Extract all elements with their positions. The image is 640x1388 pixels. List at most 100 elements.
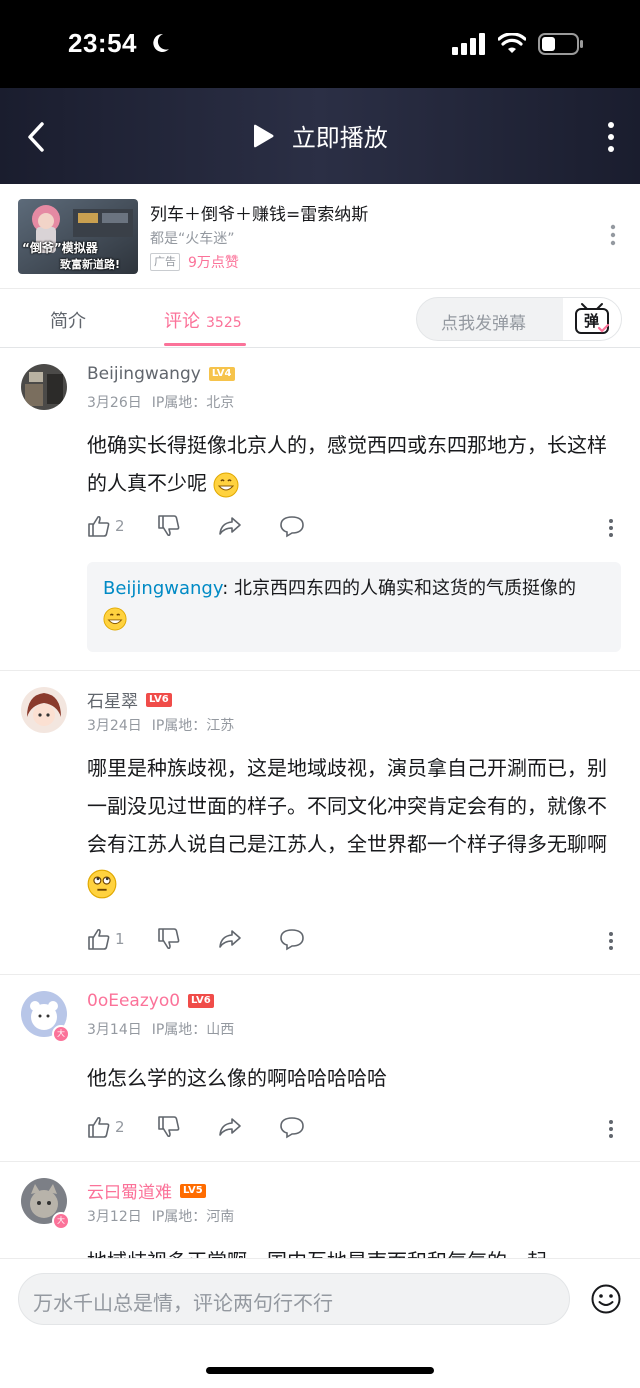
wifi-icon <box>498 33 526 53</box>
like-button[interactable]: 2 <box>87 514 125 538</box>
more-icon[interactable] <box>608 122 614 152</box>
reply-button[interactable] <box>279 514 309 538</box>
comment-more-icon[interactable] <box>608 931 614 951</box>
danmaku-placeholder: 点我发弹幕 <box>441 314 526 334</box>
signal-icon <box>452 33 485 55</box>
ad-likes: 9万点赞 <box>188 255 239 271</box>
tab-intro-label: 简介 <box>50 311 86 332</box>
comment-item: 大 云曰蜀道难 LV5 3月12日 IP属地：河南 地域歧视多正常啊，国内互地是南… <box>0 1162 640 1258</box>
comment-meta: 3月14日 IP属地：山西 <box>87 1019 244 1039</box>
username-text: Beijingwangy <box>87 364 201 384</box>
comment-more-icon[interactable] <box>608 1119 614 1139</box>
share-icon <box>218 1118 241 1136</box>
share-icon <box>218 930 241 948</box>
comment-location: IP属地：山西 <box>151 1022 235 1038</box>
status-time: 23:54 <box>68 28 171 59</box>
comment-input[interactable]: 万水千山总是情，评论两句行不行 <box>18 1273 570 1325</box>
comment-username[interactable]: 0oEeazyo0 LV6 <box>87 991 214 1011</box>
tab-bar: 简介 评论 3525 点我发弹幕 弹 <box>0 289 640 348</box>
dislike-button[interactable] <box>157 927 185 951</box>
like-count: 2 <box>115 1118 125 1136</box>
thumbs-down-icon <box>157 1116 179 1138</box>
comment-date: 3月14日 <box>87 1022 142 1038</box>
eye-roll-emoji-icon <box>87 869 117 898</box>
comment-text: 他确实长得挺像北京人的，感觉西四或东四那地方，长这样的人真不少呢 <box>87 426 617 502</box>
ad-subtitle: 都是“火车迷” <box>150 231 235 247</box>
comment-username[interactable]: 云曰蜀道难 LV5 <box>87 1178 206 1203</box>
username-text: 石星翠 <box>87 692 138 712</box>
share-button[interactable] <box>217 927 247 951</box>
video-header: 立即播放 <box>0 88 640 184</box>
grin-emoji-icon <box>103 607 127 631</box>
comment-bubble-icon <box>279 1117 304 1139</box>
comment-text: 他怎么学的这么像的啊哈哈哈哈哈 <box>87 1059 617 1097</box>
comment-actions: 1 <box>87 927 341 951</box>
comment-text: 哪里是种族歧视，这是地域歧视，演员拿自己开涮而已，别一副没见过世面的样子。不同文… <box>87 749 617 901</box>
reply-text: 北京西四东四的人确实和这货的气质挺像的 <box>234 578 576 599</box>
like-count: 2 <box>115 517 125 535</box>
username-text: 0oEeazyo0 <box>87 991 181 1011</box>
reply-button[interactable] <box>279 927 309 951</box>
username-text: 云曰蜀道难 <box>87 1183 172 1203</box>
comment-bubble-icon <box>279 929 304 951</box>
reply-username[interactable]: Beijingwangy <box>103 578 222 599</box>
reply-button[interactable] <box>279 1115 309 1139</box>
play-now-label: 立即播放 <box>291 124 388 152</box>
bottom-comment-bar: 万水千山总是情，评论两句行不行 <box>0 1258 640 1388</box>
thumbs-up-icon <box>88 928 110 950</box>
vip-badge-glyph: 大 <box>57 1029 65 1038</box>
ad-thumb-text-1: “倒爷”模拟器 <box>22 241 98 255</box>
danmaku-input[interactable]: 点我发弹幕 弹 <box>416 297 622 341</box>
share-icon <box>218 517 241 535</box>
comment-meta: 3月26日 IP属地：北京 <box>87 392 244 412</box>
comment-item: 石星翠 LV6 3月24日 IP属地：江苏 哪里是种族歧视，这是地域歧视，演员拿自… <box>0 671 640 975</box>
comment-text: 地域歧视多正常啊，国内互地是南面和和气气的一起 <box>87 1242 617 1258</box>
like-count: 1 <box>115 930 125 948</box>
comment-item: 大 0oEeazyo0 LV6 3月14日 IP属地：山西 他怎么学的这么像的啊哈… <box>0 975 640 1162</box>
play-now-button[interactable]: 立即播放 <box>0 118 640 153</box>
comment-date: 3月24日 <box>87 718 142 734</box>
thumbs-down-icon <box>157 515 179 537</box>
ad-thumbnail: “倒爷”模拟器 致富新道路! <box>18 199 138 274</box>
comment-input-placeholder: 万水千山总是情，评论两句行不行 <box>33 1291 333 1315</box>
danmaku-button[interactable]: 弹 <box>563 298 621 340</box>
ad-thumb-text-2: 致富新道路! <box>60 258 121 271</box>
ad-meta: 广告 9万点赞 <box>150 252 239 272</box>
tab-comments[interactable]: 评论 3525 <box>164 307 242 333</box>
comment-text-content: 哪里是种族歧视，这是地域歧视，演员拿自己开涮而已，别一副没见过世面的样子。不同文… <box>87 756 607 856</box>
comment-actions: 2 <box>87 514 341 538</box>
dislike-button[interactable] <box>157 1115 185 1139</box>
comment-username[interactable]: Beijingwangy LV4 <box>87 364 235 384</box>
ad-title[interactable]: 列车＋倒爷＋赚钱=雷索纳斯 <box>150 200 368 225</box>
like-button[interactable]: 1 <box>87 927 125 951</box>
battery-icon <box>538 33 583 55</box>
dislike-button[interactable] <box>157 514 185 538</box>
reply-colon: : <box>222 578 234 599</box>
comment-meta: 3月12日 IP属地：河南 <box>87 1206 244 1226</box>
comment-location: IP属地：北京 <box>151 395 235 411</box>
moon-icon <box>153 33 169 52</box>
level-badge: LV6 <box>188 994 214 1008</box>
comment-text-content: 他确实长得挺像北京人的，感觉西四或东四那地方，长这样的人真不少呢 <box>87 433 607 495</box>
tab-intro[interactable]: 简介 <box>50 307 86 333</box>
comment-meta: 3月24日 IP属地：江苏 <box>87 715 244 735</box>
grin-emoji-icon <box>213 472 239 497</box>
danmaku-button-label: 弹 <box>584 312 600 330</box>
comment-date: 3月12日 <box>87 1209 142 1225</box>
avatar[interactable] <box>21 687 67 733</box>
tab-comments-count: 3525 <box>206 315 242 331</box>
thumbs-up-icon <box>88 515 110 537</box>
comment-username[interactable]: 石星翠 LV6 <box>87 687 172 712</box>
avatar[interactable] <box>21 364 67 410</box>
status-bar: 23:54 <box>0 0 640 88</box>
like-button[interactable]: 2 <box>87 1115 125 1139</box>
share-button[interactable] <box>217 1115 247 1139</box>
ad-banner[interactable]: “倒爷”模拟器 致富新道路! 列车＋倒爷＋赚钱=雷索纳斯 都是“火车迷” 广告 … <box>0 184 640 289</box>
level-badge: LV6 <box>146 692 172 707</box>
emoji-picker-icon[interactable] <box>590 1283 622 1315</box>
comment-more-icon[interactable] <box>608 518 614 538</box>
reply-preview[interactable]: Beijingwangy: 北京西四东四的人确实和这货的气质挺像的 <box>87 562 621 652</box>
comment-item: Beijingwangy LV4 3月26日 IP属地：北京 他确实长得挺像北京人… <box>0 348 640 671</box>
ad-more-icon[interactable] <box>610 224 616 246</box>
share-button[interactable] <box>217 514 247 538</box>
